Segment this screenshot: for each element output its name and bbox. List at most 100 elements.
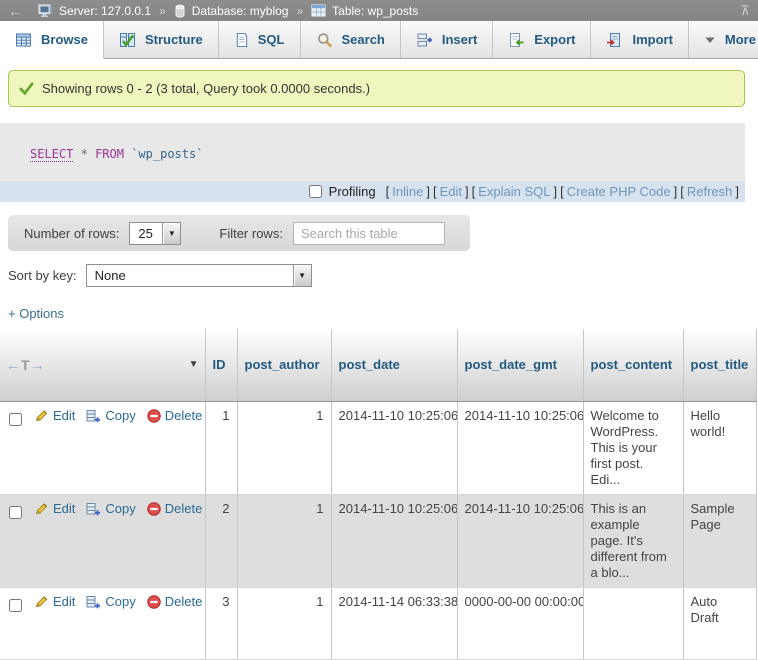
tab-label: More [725, 32, 756, 47]
export-icon [508, 32, 525, 48]
sql-keyword-select[interactable]: SELECT [30, 147, 73, 162]
column-header-post-date[interactable]: post_date [331, 329, 457, 401]
tab-more[interactable]: More [689, 21, 758, 58]
browse-controls-bar: Number of rows: 25 ▼ Filter rows: [8, 215, 470, 251]
column-header-id[interactable]: ID [205, 329, 237, 401]
server-icon [38, 4, 53, 18]
edit-row-link[interactable]: Edit [53, 408, 75, 424]
refresh-link[interactable]: Refresh [687, 184, 733, 199]
collapse-top-icon[interactable]: ⊼ [740, 3, 750, 19]
tab-label: Import [632, 32, 672, 47]
edit-link[interactable]: Edit [440, 184, 462, 199]
cell-post-date-gmt: 0000-00-00 00:00:00 [457, 587, 583, 659]
delete-action: Delete [147, 501, 203, 517]
explain-sql-link[interactable]: Explain SQL [478, 184, 550, 199]
tab-insert[interactable]: Insert [401, 21, 493, 58]
breadcrumb-item-server[interactable]: Server: 127.0.0.1 [59, 4, 151, 18]
cell-post-content: This is an example page. It's different … [583, 494, 683, 587]
delete-row-link[interactable]: Delete [165, 501, 203, 517]
tab-import[interactable]: Import [591, 21, 688, 58]
sort-by-key-select[interactable]: None ▼ [86, 264, 312, 287]
row-checkbox[interactable] [9, 599, 22, 612]
sql-toolbar-links: [Inline][Edit][Explain SQL][Create PHP C… [383, 184, 739, 199]
bracket-close: ] [426, 184, 430, 199]
edit-row-link[interactable]: Edit [53, 594, 75, 610]
back-arrow-icon[interactable]: ← [8, 3, 22, 19]
number-of-rows-select[interactable]: 25 ▼ [129, 222, 181, 245]
delete-action: Delete [147, 594, 203, 610]
filter-rows-input[interactable] [293, 222, 445, 245]
row-actions-cell: Edit Copy Delete [0, 494, 205, 587]
copy-row-link[interactable]: Copy [105, 408, 135, 424]
tab-structure[interactable]: Structure [104, 21, 219, 58]
cell-id: 3 [205, 587, 237, 659]
sql-icon [234, 32, 249, 48]
copy-row-link[interactable]: Copy [105, 501, 135, 517]
transpose-icon[interactable]: ←T→ [6, 357, 45, 373]
tab-search[interactable]: Search [301, 21, 401, 58]
breadcrumb-item-database[interactable]: Database: myblog [192, 4, 289, 18]
column-header-post-content[interactable]: post_content [583, 329, 683, 401]
pencil-icon [34, 409, 49, 423]
sql-query-text: SELECT * FROM `wp_posts` [0, 123, 745, 181]
number-of-rows-value: 25 [130, 223, 162, 244]
table-icon [311, 4, 326, 17]
cell-id: 2 [205, 494, 237, 587]
row-checkbox[interactable] [9, 506, 22, 519]
actions-header-cell: ←T→ ▼ [0, 329, 205, 401]
success-check-icon [19, 81, 34, 96]
delete-action: Delete [147, 408, 203, 424]
bracket-close: ] [674, 184, 678, 199]
delete-row-link[interactable]: Delete [165, 594, 203, 610]
profiling-checkbox[interactable] [309, 185, 322, 198]
tab-sql[interactable]: SQL [219, 21, 301, 58]
delete-row-link[interactable]: Delete [165, 408, 203, 424]
edit-row-link[interactable]: Edit [53, 501, 75, 517]
column-header-post-title[interactable]: post_title [683, 329, 756, 401]
status-message: Showing rows 0 - 2 (3 total, Query took … [8, 70, 745, 107]
copy-icon [86, 595, 101, 609]
cell-post-content: Welcome to WordPress. This is your first… [583, 401, 683, 494]
cell-post-author: 1 [237, 587, 331, 659]
delete-icon [147, 502, 161, 516]
sql-toolbar-link-group: [Inline] [386, 184, 430, 199]
header-options-dropdown-icon[interactable]: ▼ [189, 359, 199, 370]
create-php-code-link[interactable]: Create PHP Code [567, 184, 671, 199]
table-row: EditCopyDelete212014-11-10 10:25:062014-… [0, 494, 756, 587]
column-header-post-date-gmt[interactable]: post_date_gmt [457, 329, 583, 401]
copy-icon [86, 502, 101, 516]
cell-post-date-gmt: 2014-11-10 10:25:06 [457, 401, 583, 494]
bracket-close: ] [465, 184, 469, 199]
sort-by-key-label: Sort by key: [8, 268, 77, 283]
copy-action: Copy [86, 501, 135, 517]
profiling-label: Profiling [329, 184, 376, 199]
insert-icon [416, 32, 433, 48]
row-checkbox[interactable] [9, 413, 22, 426]
copy-action: Copy [86, 408, 135, 424]
copy-action: Copy [86, 594, 135, 610]
edit-action: Edit [34, 501, 75, 517]
edit-action: Edit [34, 408, 75, 424]
edit-action: Edit [34, 594, 75, 610]
delete-icon [147, 409, 161, 423]
breadcrumb: Server: 127.0.0.1»Database: myblog»Table… [38, 4, 418, 18]
inline-link[interactable]: Inline [392, 184, 423, 199]
copy-row-link[interactable]: Copy [105, 594, 135, 610]
delete-icon [147, 595, 161, 609]
row-actions-cell: Edit Copy Delete [0, 587, 205, 659]
sql-toolbar-link-group: [Create PHP Code] [560, 184, 677, 199]
column-header-post-author[interactable]: post_author [237, 329, 331, 401]
sort-by-key-row: Sort by key: None ▼ [8, 264, 758, 287]
tab-export[interactable]: Export [493, 21, 591, 58]
chevron-down-icon [704, 35, 716, 45]
tab-browse[interactable]: Browse [0, 21, 104, 59]
chevron-down-icon: ▼ [293, 265, 311, 286]
browse-icon [15, 32, 32, 48]
sql-toolbar-link-group: [Refresh] [680, 184, 739, 199]
chevron-down-icon: ▼ [162, 223, 180, 244]
bracket-open: [ [472, 184, 476, 199]
cell-post-date-gmt: 2014-11-10 10:25:06 [457, 494, 583, 587]
options-toggle-link[interactable]: + Options [8, 306, 64, 321]
sql-query-box: SELECT * FROM `wp_posts` Profiling [Inli… [0, 123, 745, 202]
breadcrumb-item-table[interactable]: Table: wp_posts [332, 4, 418, 18]
